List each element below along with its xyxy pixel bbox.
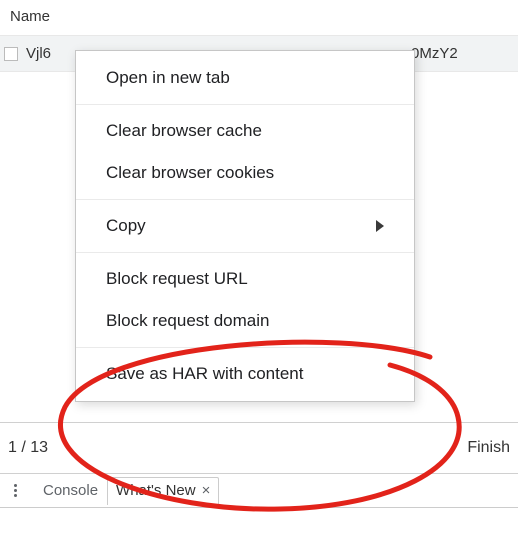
menu-item-label: Copy [106, 216, 146, 236]
menu-block-request-url[interactable]: Block request URL [76, 258, 414, 300]
menu-open-in-new-tab[interactable]: Open in new tab [76, 57, 414, 99]
network-context-menu: Open in new tab Clear browser cache Clea… [75, 50, 415, 402]
tab-console[interactable]: Console [34, 477, 107, 505]
menu-divider [76, 252, 414, 253]
menu-clear-browser-cache[interactable]: Clear browser cache [76, 110, 414, 152]
more-tools-menu-icon[interactable] [6, 481, 24, 501]
menu-item-label: Save as HAR with content [106, 364, 303, 384]
menu-item-label: Clear browser cache [106, 121, 262, 141]
submenu-arrow-icon [376, 220, 384, 232]
menu-block-request-domain[interactable]: Block request domain [76, 300, 414, 342]
menu-item-label: Block request domain [106, 311, 269, 331]
close-icon[interactable]: × [202, 482, 211, 499]
status-request-count: 1 / 13 [8, 439, 48, 457]
tab-whats-new-label: What's New [116, 482, 196, 499]
menu-clear-browser-cookies[interactable]: Clear browser cookies [76, 152, 414, 194]
menu-item-label: Open in new tab [106, 68, 230, 88]
menu-divider [76, 347, 414, 348]
network-column-header-name[interactable]: Name [0, 0, 518, 36]
tab-whats-new[interactable]: What's New × [107, 477, 219, 505]
tab-console-label: Console [43, 482, 98, 499]
menu-copy[interactable]: Copy [76, 205, 414, 247]
menu-item-label: Block request URL [106, 269, 248, 289]
drawer-tabs: Console What's New × [0, 474, 518, 508]
request-row-checkbox[interactable] [4, 47, 18, 61]
status-finish-label: Finish [467, 439, 510, 457]
network-status-bar: 1 / 13 Finish [0, 422, 518, 474]
menu-divider [76, 199, 414, 200]
menu-item-label: Clear browser cookies [106, 163, 274, 183]
menu-divider [76, 104, 414, 105]
menu-save-as-har[interactable]: Save as HAR with content [76, 353, 414, 395]
